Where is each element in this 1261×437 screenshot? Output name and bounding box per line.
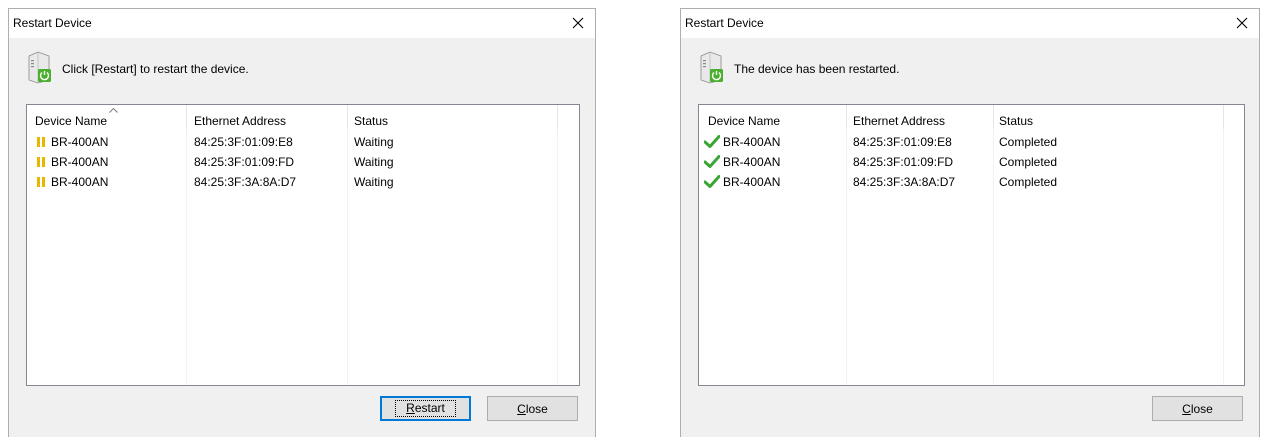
close-icon[interactable]	[1229, 10, 1255, 36]
restart-device-dialog-right: Restart Device The device has been resta…	[680, 8, 1260, 437]
check-icon	[704, 175, 720, 188]
title-bar[interactable]: Restart Device	[9, 9, 595, 38]
status-cell: Waiting	[354, 155, 394, 169]
status-message: The device has been restarted.	[734, 62, 900, 76]
device-list[interactable]: Device Name Ethernet Address Status BR-4…	[26, 104, 580, 386]
close-button[interactable]: Close	[1152, 396, 1243, 421]
status-message: Click [Restart] to restart the device.	[62, 62, 249, 76]
title-bar[interactable]: Restart Device	[681, 9, 1259, 38]
device-name-cell: BR-400AN	[51, 155, 109, 169]
restart-device-dialog-left: Restart Device Click [Restart] to restar…	[8, 8, 596, 437]
column-header-device-name[interactable]: Device Name	[708, 114, 780, 128]
close-icon[interactable]	[565, 10, 591, 36]
device-power-icon	[700, 51, 723, 84]
device-name-cell: BR-400AN	[723, 135, 781, 149]
sort-ascending-icon	[109, 108, 118, 113]
column-header-ethernet-address[interactable]: Ethernet Address	[853, 114, 945, 128]
column-header-device-name[interactable]: Device Name	[35, 108, 118, 128]
check-icon	[704, 135, 720, 148]
status-cell: Completed	[999, 175, 1058, 189]
device-power-icon	[28, 51, 51, 84]
restart-button[interactable]: Restart	[380, 396, 471, 421]
waiting-icon	[37, 137, 45, 147]
column-header-status[interactable]: Status	[999, 114, 1033, 128]
check-icon	[704, 155, 720, 168]
waiting-icon	[37, 177, 45, 187]
column-header-ethernet-address[interactable]: Ethernet Address	[194, 114, 286, 128]
device-name-cell: BR-400AN	[51, 175, 109, 189]
ethernet-address-cell: 84:25:3F:01:09:FD	[853, 155, 954, 169]
ethernet-address-cell: 84:25:3F:01:09:E8	[853, 135, 952, 149]
ethernet-address-cell: 84:25:3F:3A:8A:D7	[853, 175, 956, 189]
dialog-title: Restart Device	[685, 16, 764, 30]
device-name-cell: BR-400AN	[51, 135, 109, 149]
status-cell: Waiting	[354, 175, 394, 189]
waiting-icon	[37, 157, 45, 167]
device-name-cell: BR-400AN	[723, 175, 781, 189]
ethernet-address-cell: 84:25:3F:01:09:FD	[194, 155, 295, 169]
status-cell: Waiting	[354, 135, 394, 149]
ethernet-address-cell: 84:25:3F:3A:8A:D7	[194, 175, 297, 189]
close-button[interactable]: Close	[487, 396, 578, 421]
device-name-cell: BR-400AN	[723, 155, 781, 169]
status-cell: Completed	[999, 135, 1058, 149]
status-cell: Completed	[999, 155, 1058, 169]
column-header-status[interactable]: Status	[354, 114, 388, 128]
ethernet-address-cell: 84:25:3F:01:09:E8	[194, 135, 293, 149]
device-list[interactable]: Device Name Ethernet Address Status BR-4…	[698, 104, 1245, 386]
dialog-title: Restart Device	[13, 16, 92, 30]
